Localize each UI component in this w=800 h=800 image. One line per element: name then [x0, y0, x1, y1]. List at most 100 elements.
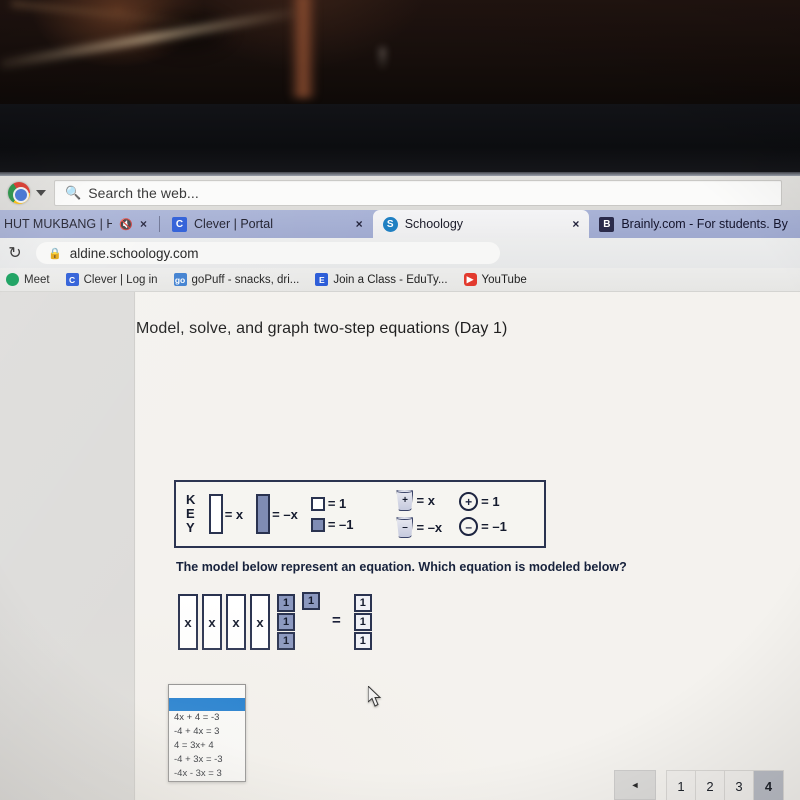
- key-entry-white-square: = 1: [310, 496, 354, 511]
- one-tile: 1: [353, 632, 372, 650]
- close-icon[interactable]: ×: [140, 217, 147, 231]
- dropdown-option[interactable]: -4 + 3x = -3: [169, 753, 245, 767]
- address-bar: ↻ 🔒 aldine.schoology.com: [0, 238, 800, 268]
- x-bar-tile: x: [250, 594, 270, 650]
- bookmark-label: goPuff - snacks, dri...: [191, 273, 300, 286]
- search-input-placeholder: Search the web...: [88, 185, 199, 201]
- search-input[interactable]: 🔍 Search the web...: [54, 180, 782, 206]
- bookmark-label: Clever | Log in: [83, 273, 158, 286]
- key-legend-box: KEY = x = –x = 1 = –1 + = x – = –x + = 1…: [174, 480, 546, 548]
- bookmark-label: YouTube: [481, 273, 527, 286]
- reload-icon[interactable]: ↻: [4, 243, 26, 263]
- page-number-1[interactable]: 1: [667, 771, 696, 800]
- circle-plus-icon: +: [459, 492, 479, 511]
- clever-favicon-icon: C: [172, 216, 188, 232]
- bookmark-youtube[interactable]: ▶ YouTube: [463, 273, 527, 286]
- equals-sign: =: [332, 612, 341, 629]
- bookmarks-bar: Meet C Clever | Log in go goPuff - snack…: [0, 268, 800, 292]
- assignment-canvas: Model, solve, and graph two-step equatio…: [136, 292, 800, 800]
- dropdown-blank-option[interactable]: [169, 685, 245, 698]
- monitor-photo-frame: 🔍 Search the web... HUT MUKBANG | HOW 🔇 …: [0, 0, 800, 800]
- bookmark-label: Meet: [24, 273, 50, 286]
- key-entry-label: = 1: [481, 494, 500, 509]
- page-number-2[interactable]: 2: [696, 771, 725, 800]
- key-entry-label: = x: [224, 506, 244, 522]
- question-prompt: The model below represent an equation. W…: [176, 560, 627, 574]
- light-glint-blob: [380, 48, 385, 70]
- cup-symbol: –: [402, 522, 408, 533]
- tab-hut-mukbang[interactable]: HUT MUKBANG | HOW 🔇 ×: [0, 210, 157, 238]
- dropdown-option[interactable]: -4 + 4x = 3: [169, 725, 245, 739]
- cup-symbol: +: [402, 495, 408, 506]
- page-prev-button[interactable]: ◄: [614, 770, 656, 800]
- page-title: Model, solve, and graph two-step equatio…: [136, 320, 508, 337]
- key-entry-label: = 1: [327, 496, 347, 511]
- key-entry-cup-plus: + = x: [396, 490, 442, 511]
- tab-label: HUT MUKBANG | HOW: [4, 217, 113, 231]
- chevron-down-icon[interactable]: [36, 190, 46, 196]
- mouse-cursor-icon: [368, 686, 382, 707]
- key-entry-circles: + = 1 – = –1: [459, 492, 507, 536]
- tab-divider: [159, 216, 161, 232]
- key-entry-label: = –1: [481, 519, 507, 534]
- one-tile: 1: [353, 613, 372, 631]
- white-bar-icon: [208, 494, 223, 534]
- omnibox-input[interactable]: 🔒 aldine.schoology.com: [36, 242, 500, 264]
- omnibox-url-text: aldine.schoology.com: [69, 245, 199, 261]
- close-icon[interactable]: ×: [356, 217, 363, 231]
- x-bar-tile: x: [226, 594, 246, 650]
- key-entry-cups: + = x – = –x: [396, 490, 442, 538]
- chrome-logo-icon[interactable]: [8, 182, 30, 204]
- tab-strip: HUT MUKBANG | HOW 🔇 × C Clever | Portal …: [0, 210, 800, 238]
- bookmark-meet[interactable]: Meet: [6, 273, 50, 286]
- dark-square-icon: [310, 517, 325, 532]
- cup-rim: [396, 517, 414, 520]
- bookmark-clever-login[interactable]: C Clever | Log in: [65, 273, 158, 286]
- one-tile: 1: [277, 613, 295, 631]
- schoology-favicon-icon: S: [382, 216, 398, 232]
- one-tile: 1: [277, 632, 295, 650]
- x-bar-tile: x: [178, 594, 198, 650]
- bookmark-join-a-class[interactable]: E Join a Class - EduTy...: [315, 273, 448, 286]
- tab-label: Brainly.com - For students. By st..: [621, 217, 790, 231]
- tab-label: Clever | Portal: [194, 217, 273, 231]
- x-bar-tile: x: [202, 594, 222, 650]
- close-icon[interactable]: ×: [572, 217, 579, 231]
- edutyping-favicon-icon: E: [315, 273, 329, 286]
- tab-brainly[interactable]: B Brainly.com - For students. By st..: [589, 210, 800, 238]
- clever-favicon-icon: C: [65, 273, 79, 286]
- tab-label: Schoology: [404, 217, 464, 231]
- monitor-bezel: [0, 104, 800, 176]
- tab-clever-portal[interactable]: C Clever | Portal ×: [162, 210, 373, 238]
- key-entry-dark-square: = –1: [310, 517, 353, 532]
- page-number-4[interactable]: 4: [754, 771, 783, 800]
- dropdown-option[interactable]: 4 = 3x+ 4: [169, 739, 245, 753]
- dropdown-option[interactable]: -4x - 3x = 3: [169, 767, 245, 781]
- dropdown-selected-option[interactable]: [169, 698, 245, 711]
- cup-rim: [396, 490, 414, 493]
- bookmark-label: Join a Class - EduTy...: [333, 273, 448, 286]
- white-square-icon: [310, 496, 325, 511]
- equation-model: x x x x 1 1 1 1 = 1 1 1: [178, 592, 372, 650]
- right-ones-column: 1 1 1: [353, 594, 372, 650]
- key-heading: KEY: [186, 491, 196, 536]
- cup-minus-icon: –: [396, 517, 414, 538]
- tab-schoology[interactable]: S Schoology ×: [372, 210, 590, 238]
- answer-dropdown[interactable]: 4x + 4 = -3 -4 + 4x = 3 4 = 3x+ 4 -4 + 3…: [168, 684, 246, 782]
- search-icon: 🔍: [65, 185, 82, 200]
- page-number-3[interactable]: 3: [725, 771, 754, 800]
- key-entry-white-bar: = x: [208, 494, 244, 534]
- bookmark-gopuff[interactable]: go goPuff - snacks, dri...: [173, 273, 300, 286]
- page-number-group: 1 2 3 4: [666, 770, 784, 800]
- dropdown-option[interactable]: 4x + 4 = -3: [169, 711, 245, 725]
- youtube-favicon-icon: ▶: [463, 273, 477, 286]
- room-backdrop: [0, 0, 800, 112]
- page-viewport: Model, solve, and graph two-step equatio…: [0, 292, 800, 800]
- pagination: ◄ 1 2 3 4: [614, 770, 784, 800]
- one-tile: 1: [353, 594, 372, 612]
- speaker-mute-icon[interactable]: 🔇: [119, 218, 133, 231]
- circle-minus-icon: –: [459, 517, 479, 536]
- gopuff-favicon-icon: go: [173, 273, 187, 286]
- dark-bar-icon: [256, 494, 271, 534]
- key-entry-squares: = 1 = –1: [310, 496, 354, 532]
